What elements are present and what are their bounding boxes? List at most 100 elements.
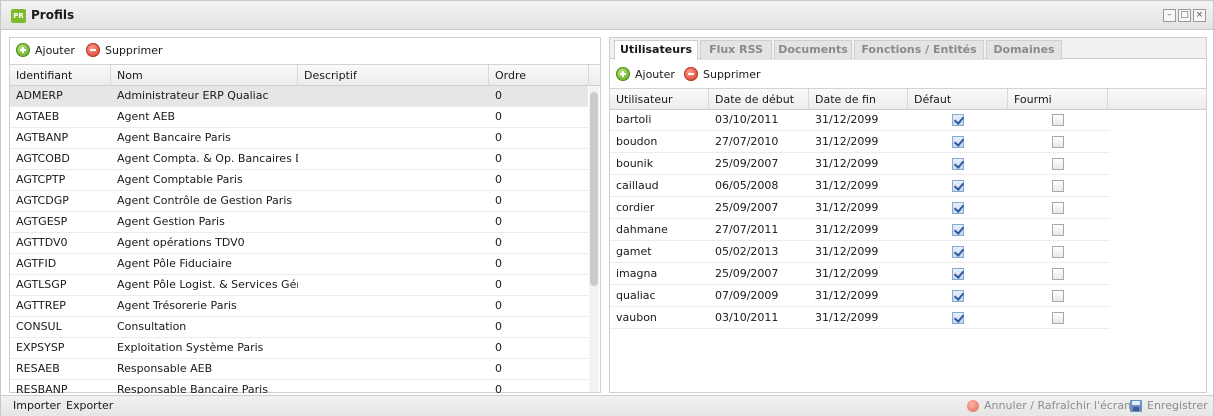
fourmi-checkbox[interactable] bbox=[1052, 224, 1064, 236]
minimize-icon[interactable]: – bbox=[1163, 9, 1176, 22]
cell-descriptif bbox=[298, 107, 489, 127]
delete-profile-button[interactable]: Supprimer bbox=[86, 42, 163, 58]
fourmi-checkbox[interactable] bbox=[1052, 158, 1064, 170]
fourmi-checkbox[interactable] bbox=[1052, 268, 1064, 280]
cell-date-debut: 07/09/2009 bbox=[715, 289, 779, 302]
defaut-checkbox[interactable] bbox=[952, 312, 964, 324]
table-row[interactable]: AGTLSGP Agent Pôle Logist. & Services Gén… bbox=[10, 275, 588, 296]
cell-identifiant: AGTCDGP bbox=[16, 194, 69, 207]
import-button[interactable]: Importer bbox=[13, 399, 61, 412]
table-row[interactable]: AGTCDGP Agent Contrôle de Gestion Paris 0 bbox=[10, 191, 588, 212]
table-row[interactable]: bartoli 03/10/2011 31/12/2099 bbox=[610, 110, 1110, 131]
table-row[interactable]: AGTCPTP Agent Comptable Paris 0 bbox=[10, 170, 588, 191]
defaut-checkbox[interactable] bbox=[952, 158, 964, 170]
defaut-checkbox[interactable] bbox=[952, 290, 964, 302]
column-header-nom[interactable]: Nom bbox=[111, 65, 298, 86]
fourmi-checkbox[interactable] bbox=[1052, 312, 1064, 324]
defaut-checkbox[interactable] bbox=[952, 136, 964, 148]
table-row[interactable]: ADMERP Administrateur ERP Qualiac 0 bbox=[10, 86, 588, 107]
fourmi-checkbox[interactable] bbox=[1052, 290, 1064, 302]
cell-utilisateur: boudon bbox=[616, 135, 658, 148]
users-grid-header: Utilisateur Date de début Date de fin Dé… bbox=[610, 88, 1206, 110]
column-header-identifiant[interactable]: Identifiant bbox=[10, 65, 111, 86]
table-row[interactable]: gamet 05/02/2013 31/12/2099 bbox=[610, 242, 1110, 263]
tab-domaines[interactable]: Domaines bbox=[986, 40, 1062, 60]
fourmi-checkbox[interactable] bbox=[1052, 114, 1064, 126]
cancel-refresh-button[interactable]: Annuler / Rafraîchir l'écran bbox=[967, 399, 1131, 412]
detail-tabs: Utilisateurs Flux RSS Documents Fonction… bbox=[610, 38, 1206, 60]
save-button[interactable]: Enregistrer bbox=[1130, 399, 1208, 412]
fourmi-checkbox[interactable] bbox=[1052, 246, 1064, 258]
table-row[interactable]: qualiac 07/09/2009 31/12/2099 bbox=[610, 286, 1110, 307]
cell-date-debut: 27/07/2010 bbox=[715, 135, 779, 148]
table-row[interactable]: AGTTDV0 Agent opérations TDV0 0 bbox=[10, 233, 588, 254]
close-icon[interactable]: × bbox=[1193, 9, 1206, 22]
table-row[interactable]: boudon 27/07/2010 31/12/2099 bbox=[610, 132, 1110, 153]
column-header-date-debut[interactable]: Date de début bbox=[709, 89, 809, 110]
cell-nom: Agent Trésorerie Paris bbox=[117, 299, 237, 312]
cell-descriptif bbox=[298, 191, 489, 211]
table-row[interactable]: AGTBANP Agent Bancaire Paris 0 bbox=[10, 128, 588, 149]
defaut-checkbox[interactable] bbox=[952, 114, 964, 126]
export-button[interactable]: Exporter bbox=[66, 399, 113, 412]
save-label: Enregistrer bbox=[1147, 399, 1208, 412]
table-row[interactable]: caillaud 06/05/2008 31/12/2099 bbox=[610, 176, 1110, 197]
table-row[interactable]: dahmane 27/07/2011 31/12/2099 bbox=[610, 220, 1110, 241]
add-profile-button[interactable]: Ajouter bbox=[16, 42, 75, 58]
maximize-icon[interactable]: □ bbox=[1178, 9, 1191, 22]
fourmi-checkbox[interactable] bbox=[1052, 202, 1064, 214]
fourmi-checkbox[interactable] bbox=[1052, 136, 1064, 148]
table-row[interactable]: vaubon 03/10/2011 31/12/2099 bbox=[610, 308, 1110, 329]
scrollbar-thumb[interactable] bbox=[590, 92, 598, 286]
table-row[interactable]: AGTFID Agent Pôle Fiduciaire 0 bbox=[10, 254, 588, 275]
cell-date-fin: 31/12/2099 bbox=[815, 157, 879, 170]
table-row[interactable]: AGTTREP Agent Trésorerie Paris 0 bbox=[10, 296, 588, 317]
cell-nom: Agent Pôle Fiduciaire bbox=[117, 257, 232, 270]
table-row[interactable]: EXPSYSP Exploitation Système Paris 0 bbox=[10, 338, 588, 359]
table-row[interactable]: RESBANP Responsable Bancaire Paris 0 bbox=[10, 380, 588, 394]
cell-identifiant: AGTCPTP bbox=[16, 173, 66, 186]
fourmi-checkbox[interactable] bbox=[1052, 180, 1064, 192]
column-header-defaut[interactable]: Défaut bbox=[908, 89, 1008, 110]
cell-utilisateur: imagna bbox=[616, 267, 658, 280]
delete-icon bbox=[86, 43, 100, 57]
cell-descriptif bbox=[298, 170, 489, 190]
table-row[interactable]: bounik 25/09/2007 31/12/2099 bbox=[610, 154, 1110, 175]
defaut-checkbox[interactable] bbox=[952, 180, 964, 192]
table-row[interactable]: AGTCOBD Agent Compta. & Op. Bancaires D..… bbox=[10, 149, 588, 170]
column-header-utilisateur[interactable]: Utilisateur bbox=[610, 89, 709, 110]
cell-identifiant: AGTLSGP bbox=[16, 278, 67, 291]
column-header-date-fin[interactable]: Date de fin bbox=[809, 89, 908, 110]
defaut-checkbox[interactable] bbox=[952, 246, 964, 258]
tab-documents[interactable]: Documents bbox=[774, 40, 852, 60]
cancel-label: Annuler / Rafraîchir l'écran bbox=[984, 399, 1132, 412]
tab-utilisateurs[interactable]: Utilisateurs bbox=[614, 40, 698, 60]
cell-ordre: 0 bbox=[495, 152, 502, 165]
column-header-ordre[interactable]: Ordre bbox=[489, 65, 589, 86]
defaut-checkbox[interactable] bbox=[952, 202, 964, 214]
defaut-checkbox[interactable] bbox=[952, 268, 964, 280]
table-row[interactable]: CONSUL Consultation 0 bbox=[10, 317, 588, 338]
profiles-panel: Ajouter Supprimer Identifiant Nom Descri… bbox=[9, 37, 601, 394]
cell-descriptif bbox=[298, 128, 489, 148]
table-row[interactable]: cordier 25/09/2007 31/12/2099 bbox=[610, 198, 1110, 219]
tab-fonctions-entites[interactable]: Fonctions / Entités bbox=[854, 40, 984, 60]
table-row[interactable]: imagna 25/09/2007 31/12/2099 bbox=[610, 264, 1110, 285]
delete-user-button[interactable]: Supprimer bbox=[684, 66, 761, 82]
cell-date-fin: 31/12/2099 bbox=[815, 223, 879, 236]
cell-nom: Agent Gestion Paris bbox=[117, 215, 225, 228]
cell-ordre: 0 bbox=[495, 362, 502, 375]
add-user-button[interactable]: Ajouter bbox=[616, 66, 675, 82]
defaut-checkbox[interactable] bbox=[952, 224, 964, 236]
column-header-descriptif[interactable]: Descriptif bbox=[298, 65, 489, 86]
tab-flux-rss[interactable]: Flux RSS bbox=[700, 40, 772, 60]
table-row[interactable]: AGTGESP Agent Gestion Paris 0 bbox=[10, 212, 588, 233]
column-header-fourmi[interactable]: Fourmi bbox=[1008, 89, 1108, 110]
users-toolbar: Ajouter Supprimer bbox=[610, 62, 1206, 86]
table-row[interactable]: AGTAEB Agent AEB 0 bbox=[10, 107, 588, 128]
cell-date-debut: 03/10/2011 bbox=[715, 311, 779, 324]
cell-identifiant: AGTFID bbox=[16, 257, 57, 270]
table-row[interactable]: RESAEB Responsable AEB 0 bbox=[10, 359, 588, 380]
cell-nom: Agent Comptable Paris bbox=[117, 173, 243, 186]
profiles-scrollbar[interactable] bbox=[589, 86, 599, 392]
